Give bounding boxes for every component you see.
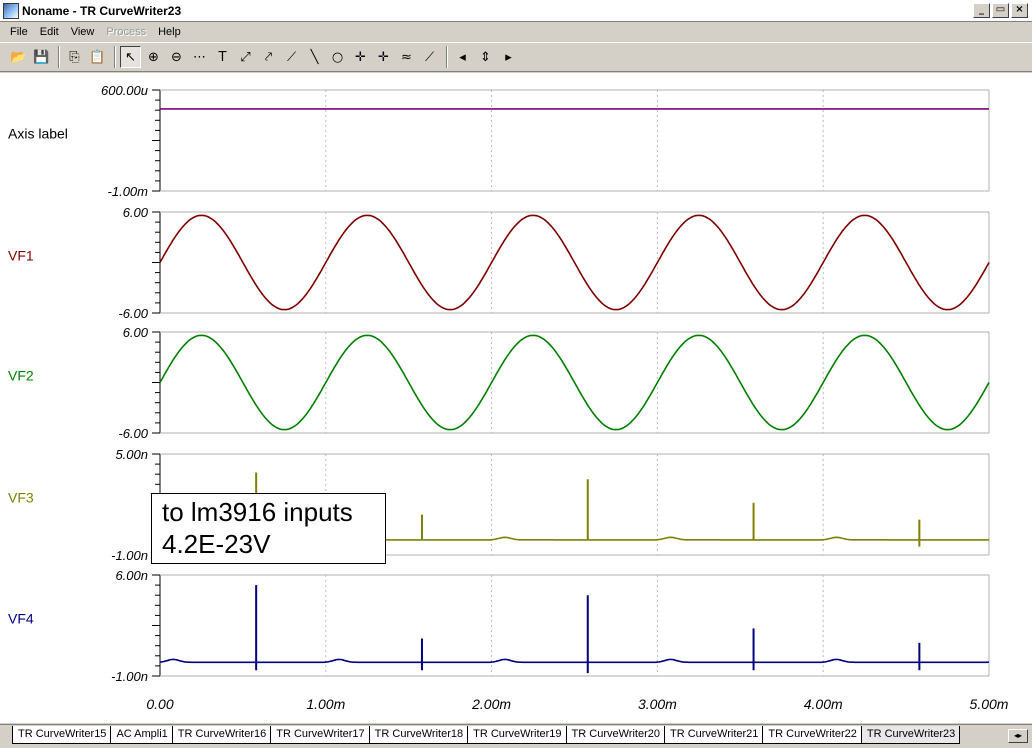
annotation-box[interactable]: to lm3916 inputs 4.2E-23V (151, 493, 386, 564)
tab-scroll-button[interactable]: ◂▸ (1008, 729, 1028, 743)
plot-area[interactable]: 600.00u -1.00m Axis label 6.00 -6.00 VF1 6.00 -… (0, 73, 1032, 723)
menu-help[interactable]: Help (152, 26, 187, 38)
series-line (159, 214, 990, 311)
tab-tr-curvewriter21[interactable]: TR CurveWriter21 (663, 726, 764, 744)
zoom-out-icon[interactable]: ⊖ (166, 46, 187, 68)
series-label: VF4 (8, 611, 34, 627)
toolbar-separator (114, 46, 116, 68)
series-label: VF3 (8, 490, 34, 506)
tab-ac-ampli1[interactable]: AC Ampli1 (110, 726, 173, 744)
series-line (159, 334, 990, 431)
annotation-line-2: 4.2E-23V (162, 529, 271, 559)
slope-icon[interactable]: ⟋ (281, 46, 302, 68)
x-tick-label: 2.00m (471, 696, 511, 712)
series-label: Axis label (8, 126, 68, 142)
tab-tr-curvewriter22[interactable]: TR CurveWriter22 (762, 726, 862, 744)
minimize-button[interactable]: _ (973, 3, 990, 18)
maximize-button[interactable]: ▭ (992, 3, 1009, 18)
copy-icon[interactable]: ⎘ (64, 46, 85, 68)
x-tick-label: 3.00m (638, 696, 677, 712)
x-tick-label: 4.00m (804, 696, 843, 712)
line-icon[interactable]: ╲ (304, 46, 325, 68)
menu-bar: File Edit View Process Help (0, 22, 1032, 42)
toolbar-separator (446, 46, 448, 68)
arrow-right-icon[interactable]: ▸ (498, 46, 519, 68)
series-label: VF1 (8, 248, 34, 264)
grid-icon[interactable]: ⋯ (189, 46, 210, 68)
menu-file[interactable]: File (4, 26, 34, 38)
series-label: VF2 (8, 368, 34, 384)
cursor-tool-icon[interactable]: ⤢ (235, 46, 256, 68)
zoom-in-icon[interactable]: ⊕ (143, 46, 164, 68)
y-bottom-label: -1.00m (108, 184, 149, 199)
x-tick-label: 0.00 (146, 696, 173, 712)
y-top-label: 600.00u (101, 83, 148, 98)
tab-tr-curvewriter18[interactable]: TR CurveWriter18 (368, 726, 469, 744)
toolbar-separator (58, 46, 60, 68)
tab-tr-curvewriter16[interactable]: TR CurveWriter16 (171, 726, 272, 744)
y-top-label: 5.00n (115, 447, 148, 462)
cursor-b-icon[interactable]: ✛ (373, 46, 394, 68)
y-top-label: 6.00 (123, 325, 149, 340)
tab-tr-curvewriter23[interactable]: TR CurveWriter23 (860, 726, 961, 744)
probe-icon[interactable]: ⟋ (419, 46, 440, 68)
tab-tr-curvewriter17[interactable]: TR CurveWriter17 (270, 726, 370, 744)
paste-icon[interactable]: 📋 (87, 46, 108, 68)
arrow-left-icon[interactable]: ◂ (452, 46, 473, 68)
save-icon[interactable]: 💾 (31, 46, 52, 68)
pointer-icon[interactable]: ↖ (120, 46, 141, 68)
title-bar: Noname - TR CurveWriter23 _ ▭ × (0, 0, 1032, 22)
text-icon[interactable]: T (212, 46, 233, 68)
tab-tr-curvewriter15[interactable]: TR CurveWriter15 (12, 726, 112, 744)
x-tick-label: 5.00m (970, 696, 1009, 712)
menu-edit[interactable]: Edit (34, 26, 65, 38)
y-bottom-label: -1.00n (111, 669, 148, 684)
tab-tr-curvewriter20[interactable]: TR CurveWriter20 (565, 726, 665, 744)
y-bottom-label: -1.00n (111, 548, 148, 563)
tab-strip: TR CurveWriter15 AC Ampli1 TR CurveWriter1… (0, 724, 1032, 748)
y-top-label: 6.00n (115, 568, 148, 583)
y-bottom-label: -6.00 (118, 426, 148, 441)
circle-icon[interactable]: ○ (327, 46, 348, 68)
window-title: Noname - TR CurveWriter23 (22, 3, 182, 18)
menu-view[interactable]: View (65, 26, 101, 38)
annotation-line-1: to lm3916 inputs (162, 497, 353, 527)
open-icon[interactable]: 📂 (8, 46, 29, 68)
menu-process: Process (106, 26, 147, 38)
close-button[interactable]: × (1011, 3, 1028, 18)
arrow-up-down-icon[interactable]: ⇕ (475, 46, 496, 68)
marker-tool-icon[interactable]: ⤤ (258, 46, 279, 68)
tab-tr-curvewriter19[interactable]: TR CurveWriter19 (467, 726, 567, 744)
chart-svg[interactable]: 600.00u -1.00m Axis label 6.00 -6.00 VF1 6.00 -… (0, 73, 1032, 723)
cursor-a-icon[interactable]: ✛ (350, 46, 371, 68)
toolbar: 📂 💾 ⎘ 📋 ↖ ⊕ ⊖ ⋯ T ⤢ ⤤ ⟋ ╲ ○ ✛ ✛ ≈ ⟋ ◂ ⇕ ▸ (0, 42, 1032, 72)
x-tick-label: 1.00m (306, 696, 345, 712)
tab-list: TR CurveWriter15 AC Ampli1 TR CurveWriter1… (12, 726, 961, 744)
y-top-label: 6.00 (123, 205, 149, 220)
app-icon[interactable] (3, 2, 19, 19)
add-curve-icon[interactable]: ≈ (396, 46, 417, 68)
y-bottom-label: -6.00 (118, 306, 148, 321)
series-line (159, 658, 990, 664)
